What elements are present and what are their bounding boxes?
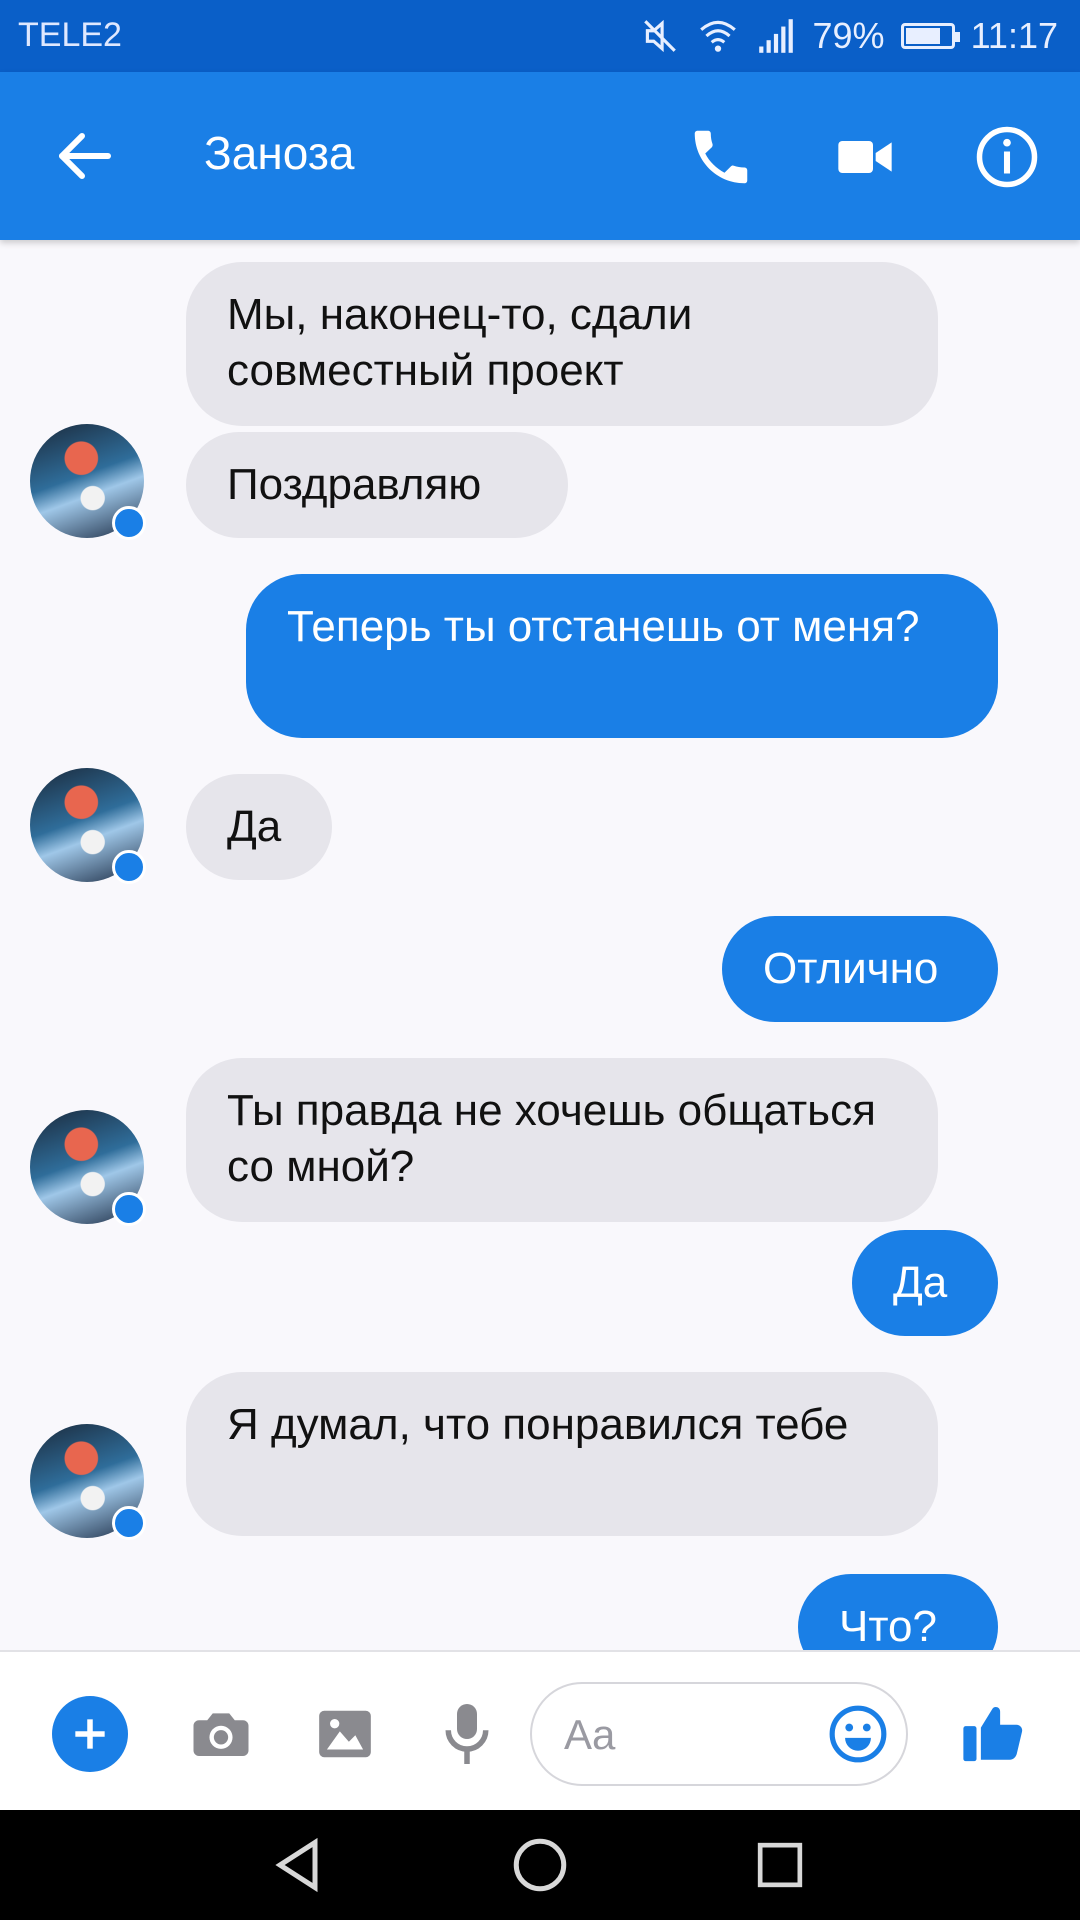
info-icon <box>976 126 1038 188</box>
message-incoming[interactable]: Я думал, что понравился тебе <box>186 1372 938 1536</box>
plus-icon <box>75 1719 105 1749</box>
emoji-icon <box>829 1705 887 1763</box>
messenger-badge-icon <box>112 850 146 884</box>
avatar[interactable] <box>30 1424 146 1540</box>
emoji-button[interactable] <box>824 1700 892 1768</box>
gallery-icon <box>319 1710 371 1758</box>
nav-back-button[interactable] <box>260 1830 340 1900</box>
more-actions-button[interactable] <box>52 1696 128 1772</box>
avatar[interactable] <box>30 768 146 884</box>
message-outgoing[interactable]: Да <box>852 1230 998 1336</box>
back-button[interactable] <box>48 116 128 196</box>
like-button[interactable] <box>956 1692 1032 1772</box>
composer-bar <box>0 1650 1080 1812</box>
message-list[interactable]: Мы, наконец-то, сдали совместный проект … <box>0 240 1080 1650</box>
system-navigation-bar <box>0 1810 1080 1920</box>
messenger-badge-icon <box>112 1506 146 1540</box>
circle-home-icon <box>513 1838 567 1892</box>
message-outgoing[interactable]: Отлично <box>722 916 998 1022</box>
status-bar: TELE2 79% 11:17 <box>0 0 1080 72</box>
wifi-icon <box>699 20 736 52</box>
status-icons: 79% 11:17 <box>639 12 1058 60</box>
conversation-header: Заноза <box>0 72 1080 240</box>
message-outgoing[interactable]: Что? <box>798 1574 998 1650</box>
square-recents-icon <box>757 1842 803 1888</box>
avatar[interactable] <box>30 424 146 540</box>
call-button[interactable] <box>676 112 766 202</box>
mic-icon <box>445 1704 489 1764</box>
message-incoming[interactable]: Мы, наконец-то, сдали совместный проект <box>186 262 938 426</box>
info-button[interactable] <box>962 112 1052 202</box>
message-input-box[interactable] <box>530 1682 908 1786</box>
avatar[interactable] <box>30 1110 146 1226</box>
gallery-button[interactable] <box>310 1696 380 1772</box>
nav-home-button[interactable] <box>500 1830 580 1900</box>
signal-icon <box>758 19 793 53</box>
carrier-label: TELE2 <box>18 16 122 54</box>
battery-icon <box>900 23 960 49</box>
camera-icon <box>193 1713 249 1756</box>
mute-icon <box>643 19 676 53</box>
clock: 11:17 <box>970 15 1058 56</box>
nav-recents-button[interactable] <box>740 1830 820 1900</box>
contact-name[interactable]: Заноза <box>204 126 355 180</box>
triangle-back-icon <box>275 1837 318 1893</box>
battery-level <box>905 28 941 44</box>
voice-button[interactable] <box>432 1696 502 1772</box>
back-arrow-icon <box>59 133 111 179</box>
messenger-badge-icon <box>112 506 146 540</box>
message-outgoing[interactable]: Теперь ты отстанешь от меня? <box>246 574 998 738</box>
phone-icon <box>694 130 748 184</box>
message-input[interactable] <box>562 1704 806 1766</box>
video-icon <box>838 141 892 173</box>
message-incoming[interactable]: Поздравляю <box>186 432 568 538</box>
camera-button[interactable] <box>186 1696 256 1772</box>
message-incoming[interactable]: Да <box>186 774 332 880</box>
like-icon <box>963 1707 1023 1762</box>
messenger-badge-icon <box>112 1192 146 1226</box>
message-incoming[interactable]: Ты правда не хочешь общаться со мной? <box>186 1058 938 1222</box>
battery-percent: 79% <box>812 15 885 56</box>
video-call-button[interactable] <box>820 112 910 202</box>
